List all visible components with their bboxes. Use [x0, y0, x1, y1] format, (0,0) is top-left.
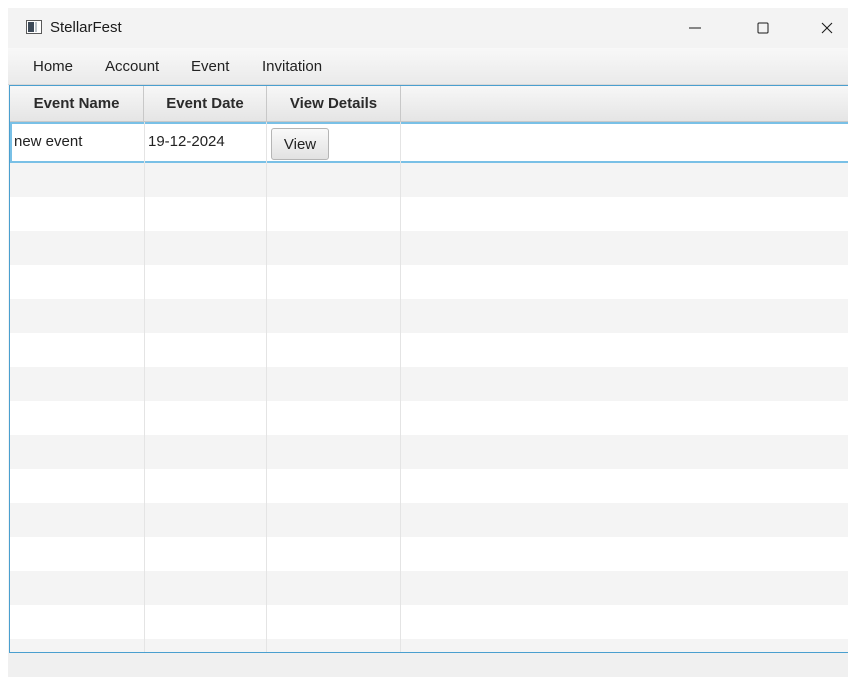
menu-invitation[interactable]: Invitation [262, 58, 322, 75]
empty-table-row [10, 605, 848, 639]
empty-table-row [10, 401, 848, 435]
column-divider [144, 122, 145, 652]
empty-table-row [10, 571, 848, 605]
maximize-icon [757, 22, 769, 34]
empty-table-row [10, 367, 848, 401]
title-bar: StellarFest [8, 8, 848, 48]
table-row[interactable]: new event 19-12-2024 View [10, 122, 848, 163]
column-header-view-details[interactable]: View Details [267, 86, 401, 121]
empty-table-row [10, 537, 848, 571]
close-icon [821, 22, 833, 34]
maximize-button[interactable] [740, 8, 786, 48]
minimize-button[interactable] [672, 8, 718, 48]
close-button[interactable] [804, 8, 848, 48]
app-window: StellarFest Home Account Event Invitatio… [8, 8, 848, 677]
empty-table-row [10, 197, 848, 231]
column-divider [400, 122, 401, 652]
view-details-button[interactable]: View [271, 128, 329, 160]
column-header-event-name[interactable]: Event Name [10, 86, 144, 121]
empty-table-row [10, 639, 848, 652]
column-header-event-date[interactable]: Event Date [144, 86, 267, 121]
column-divider [266, 122, 267, 652]
empty-table-row [10, 231, 848, 265]
menu-bar: Home Account Event Invitation [8, 48, 848, 85]
empty-table-row [10, 299, 848, 333]
app-icon [26, 20, 42, 34]
window-title: StellarFest [50, 19, 122, 36]
table-header: Event Name Event Date View Details [10, 86, 848, 122]
empty-table-row [10, 435, 848, 469]
minimize-icon [689, 27, 701, 29]
empty-table-row [10, 265, 848, 299]
menu-home[interactable]: Home [33, 58, 73, 75]
events-table: Event Name Event Date View Details new e… [9, 85, 848, 653]
empty-table-row [10, 163, 848, 197]
table-body: new event 19-12-2024 View [10, 122, 848, 652]
cell-event-name: new event [14, 133, 83, 150]
menu-account[interactable]: Account [105, 58, 159, 75]
empty-table-row [10, 503, 848, 537]
empty-table-row [10, 469, 848, 503]
cell-event-date: 19-12-2024 [148, 133, 225, 150]
empty-table-row [10, 333, 848, 367]
menu-event[interactable]: Event [191, 58, 229, 75]
bottom-bar [8, 653, 848, 677]
